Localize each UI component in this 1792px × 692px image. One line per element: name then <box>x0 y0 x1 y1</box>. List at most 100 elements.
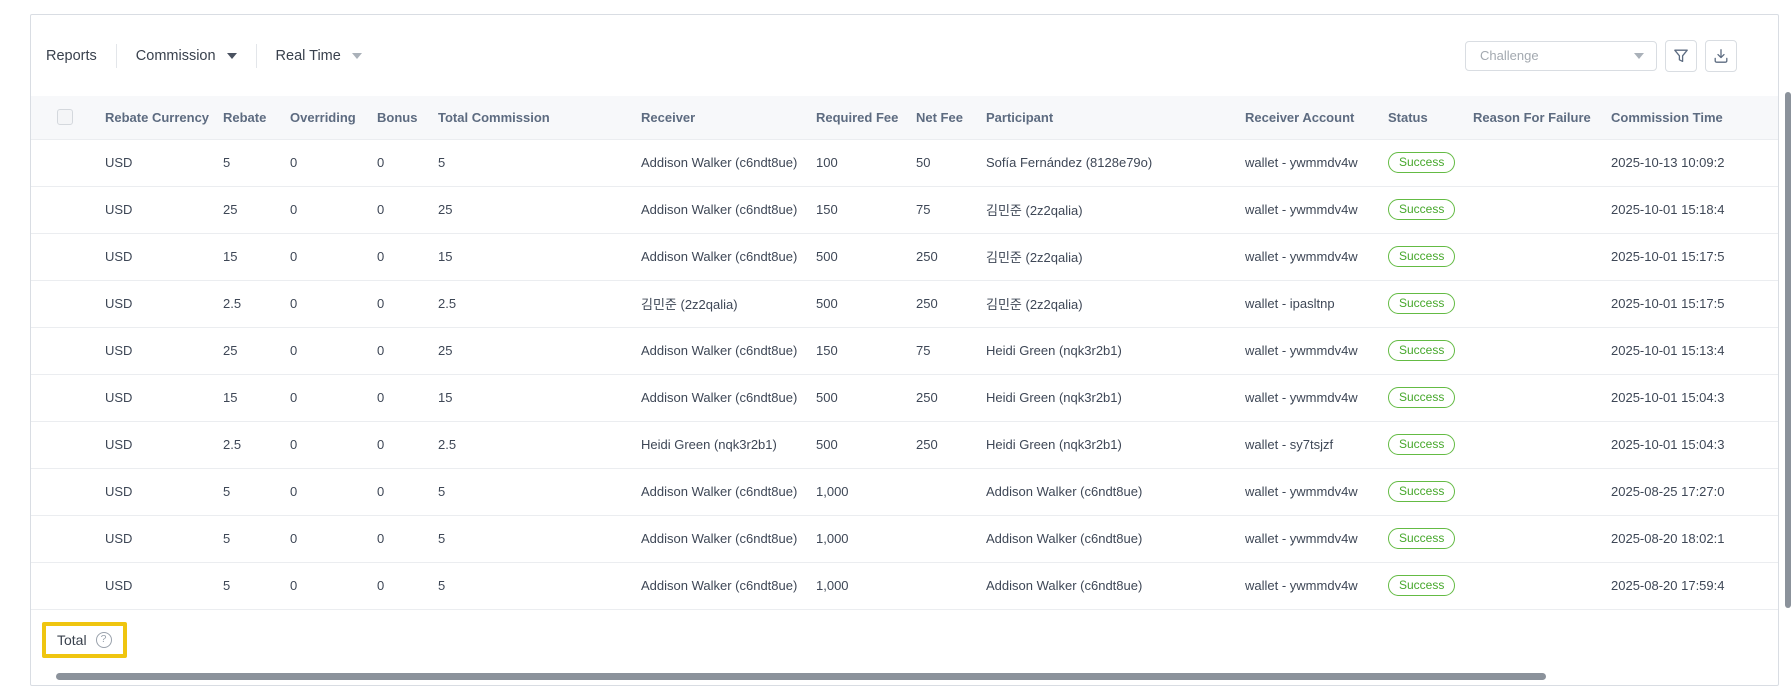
cell-overriding: 0 <box>290 186 377 233</box>
column-header-overriding: Overriding <box>290 96 377 139</box>
commission-table: Rebate CurrencyRebateOverridingBonusTota… <box>31 96 1779 609</box>
cell-status: Success <box>1388 421 1473 468</box>
cell-required-fee: 100 <box>816 139 916 186</box>
status-badge: Success <box>1388 528 1455 549</box>
cell-participant: Addison Walker (c6ndt8ue) <box>986 562 1245 609</box>
row-select-cell <box>31 562 105 609</box>
cell-required-fee: 150 <box>816 186 916 233</box>
time-mode-label: Real Time <box>276 48 341 64</box>
cell-bonus: 0 <box>377 233 438 280</box>
cell-bonus: 0 <box>377 327 438 374</box>
column-header-commission-time: Commission Time <box>1611 96 1779 139</box>
reports-panel: Reports Commission Real Time Challenge <box>30 14 1779 686</box>
cell-rebate-currency: USD <box>105 186 223 233</box>
status-badge: Success <box>1388 434 1455 455</box>
help-icon[interactable]: ? <box>96 632 112 648</box>
report-type-dropdown[interactable]: Commission <box>136 48 237 64</box>
row-select-cell <box>31 233 105 280</box>
table-row: USD250025Addison Walker (c6ndt8ue)15075김… <box>31 186 1779 233</box>
cell-rebate-currency: USD <box>105 468 223 515</box>
cell-net-fee: 250 <box>916 280 986 327</box>
time-mode-dropdown[interactable]: Real Time <box>276 48 362 64</box>
select-all-checkbox[interactable] <box>57 109 73 125</box>
total-annotation-box: Total ? <box>42 622 127 658</box>
row-select-cell <box>31 280 105 327</box>
cell-net-fee <box>916 515 986 562</box>
cell-rebate: 25 <box>223 186 290 233</box>
cell-overriding: 0 <box>290 421 377 468</box>
status-badge: Success <box>1388 293 1455 314</box>
cell-overriding: 0 <box>290 233 377 280</box>
cell-receiver: Addison Walker (c6ndt8ue) <box>641 515 816 562</box>
page-title: Reports <box>46 48 97 64</box>
cell-rebate-currency: USD <box>105 139 223 186</box>
table-footer: Total ? <box>31 609 1778 669</box>
row-select-cell <box>31 327 105 374</box>
cell-receiver-account: wallet - ywmmdv4w <box>1245 562 1388 609</box>
horizontal-scrollbar-thumb[interactable] <box>56 673 1546 680</box>
status-badge: Success <box>1388 387 1455 408</box>
cell-total-commission: 5 <box>438 468 641 515</box>
column-header-total-commission: Total Commission <box>438 96 641 139</box>
cell-receiver-account: wallet - ywmmdv4w <box>1245 139 1388 186</box>
cell-status: Success <box>1388 468 1473 515</box>
cell-participant: Addison Walker (c6ndt8ue) <box>986 515 1245 562</box>
challenge-select-placeholder: Challenge <box>1480 48 1539 63</box>
column-header-rebate-currency: Rebate Currency <box>105 96 223 139</box>
cell-receiver: Addison Walker (c6ndt8ue) <box>641 233 816 280</box>
cell-commission-time: 2025-10-01 15:04:3 <box>1611 374 1779 421</box>
cell-bonus: 0 <box>377 421 438 468</box>
cell-reason-for-failure <box>1473 515 1611 562</box>
row-select-cell <box>31 468 105 515</box>
cell-receiver-account: wallet - sy7tsjzf <box>1245 421 1388 468</box>
cell-total-commission: 5 <box>438 562 641 609</box>
cell-total-commission: 25 <box>438 327 641 374</box>
cell-receiver-account: wallet - ipasltnp <box>1245 280 1388 327</box>
cell-status: Success <box>1388 186 1473 233</box>
cell-required-fee: 1,000 <box>816 515 916 562</box>
cell-receiver-account: wallet - ywmmdv4w <box>1245 327 1388 374</box>
row-select-cell <box>31 186 105 233</box>
select-all-cell <box>31 96 105 139</box>
cell-bonus: 0 <box>377 562 438 609</box>
column-header-rebate: Rebate <box>223 96 290 139</box>
cell-commission-time: 2025-10-01 15:17:5 <box>1611 280 1779 327</box>
cell-total-commission: 2.5 <box>438 280 641 327</box>
filter-button[interactable] <box>1665 40 1697 72</box>
cell-receiver: Addison Walker (c6ndt8ue) <box>641 468 816 515</box>
cell-rebate: 5 <box>223 562 290 609</box>
cell-rebate-currency: USD <box>105 327 223 374</box>
challenge-select[interactable]: Challenge <box>1465 41 1657 71</box>
cell-rebate: 15 <box>223 374 290 421</box>
cell-status: Success <box>1388 233 1473 280</box>
column-header-status: Status <box>1388 96 1473 139</box>
cell-net-fee: 250 <box>916 374 986 421</box>
vertical-scrollbar-thumb[interactable] <box>1785 92 1791 608</box>
status-badge: Success <box>1388 199 1455 220</box>
cell-bonus: 0 <box>377 468 438 515</box>
cell-reason-for-failure <box>1473 327 1611 374</box>
cell-required-fee: 500 <box>816 280 916 327</box>
cell-reason-for-failure <box>1473 374 1611 421</box>
cell-commission-time: 2025-08-20 18:02:1 <box>1611 515 1779 562</box>
cell-overriding: 0 <box>290 374 377 421</box>
column-header-participant: Participant <box>986 96 1245 139</box>
cell-participant: 김민준 (2z2qalia) <box>986 280 1245 327</box>
cell-rebate: 2.5 <box>223 280 290 327</box>
cell-reason-for-failure <box>1473 468 1611 515</box>
cell-participant: Addison Walker (c6ndt8ue) <box>986 468 1245 515</box>
download-button[interactable] <box>1705 40 1737 72</box>
cell-required-fee: 150 <box>816 327 916 374</box>
chevron-down-icon <box>227 53 237 59</box>
cell-total-commission: 15 <box>438 233 641 280</box>
cell-receiver: Addison Walker (c6ndt8ue) <box>641 327 816 374</box>
cell-reason-for-failure <box>1473 280 1611 327</box>
cell-overriding: 0 <box>290 468 377 515</box>
cell-status: Success <box>1388 280 1473 327</box>
cell-reason-for-failure <box>1473 421 1611 468</box>
cell-rebate: 15 <box>223 233 290 280</box>
cell-participant: 김민준 (2z2qalia) <box>986 233 1245 280</box>
row-select-cell <box>31 139 105 186</box>
cell-overriding: 0 <box>290 327 377 374</box>
cell-bonus: 0 <box>377 374 438 421</box>
